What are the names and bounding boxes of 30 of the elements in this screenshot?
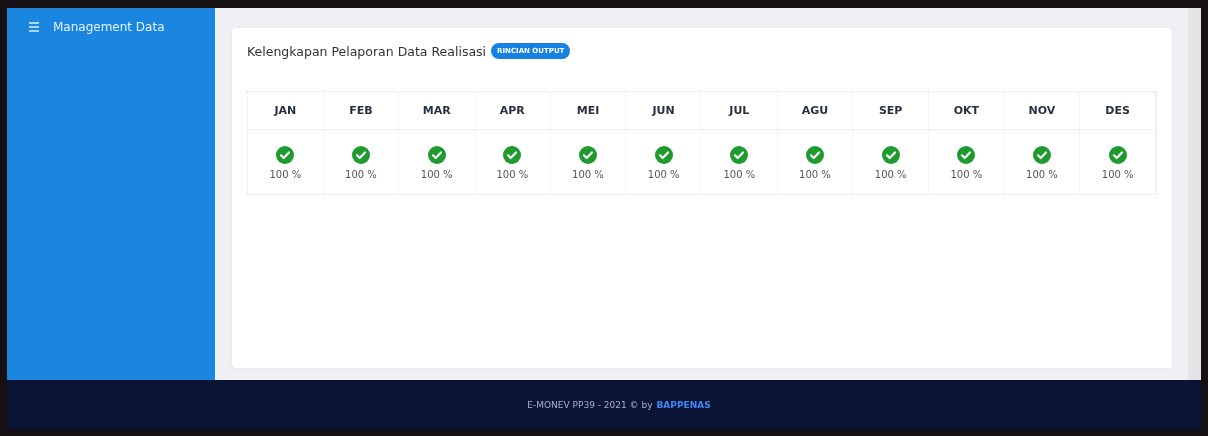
percent-value: 100 % bbox=[647, 169, 680, 180]
footer-text: E-MONEV PP39 - 2021 © by bbox=[527, 400, 653, 410]
month-header: APR bbox=[475, 92, 551, 130]
month-header: MEI bbox=[550, 92, 627, 130]
month-header: NOV bbox=[1004, 92, 1081, 130]
month-header: AGU bbox=[777, 92, 854, 130]
percent-value: 100 % bbox=[1026, 169, 1058, 180]
percent-value: 100 % bbox=[950, 169, 983, 180]
menu-icon[interactable] bbox=[29, 22, 39, 32]
month-header: OKT bbox=[929, 92, 1005, 130]
percent-value: 100 % bbox=[420, 169, 453, 180]
month-header: DES bbox=[1080, 92, 1156, 130]
card-title: Kelengkapan Pelaporan Data Realisasi bbox=[247, 43, 487, 59]
percent-value: 100 % bbox=[496, 169, 529, 180]
month-header: JUN bbox=[626, 92, 702, 130]
month-header: JAN bbox=[248, 92, 324, 130]
month-header: JUL bbox=[702, 92, 778, 130]
percent-value: 100 % bbox=[723, 169, 756, 180]
sidebar-title[interactable]: Management Data bbox=[53, 20, 165, 34]
footer-link[interactable]: BAPPENAS bbox=[656, 400, 711, 410]
month-header: MAR bbox=[399, 92, 475, 130]
month-header: SEP bbox=[853, 92, 929, 130]
percent-value: 100 % bbox=[1101, 169, 1134, 180]
percent-value: 100 % bbox=[874, 169, 907, 180]
scrollbar[interactable] bbox=[1188, 8, 1201, 380]
percent-value: 100 % bbox=[269, 169, 302, 180]
percent-value: 100 % bbox=[345, 169, 377, 180]
percent-value: 100 % bbox=[799, 169, 831, 180]
month-header: FEB bbox=[323, 92, 400, 130]
percent-value: 100 % bbox=[572, 169, 604, 180]
